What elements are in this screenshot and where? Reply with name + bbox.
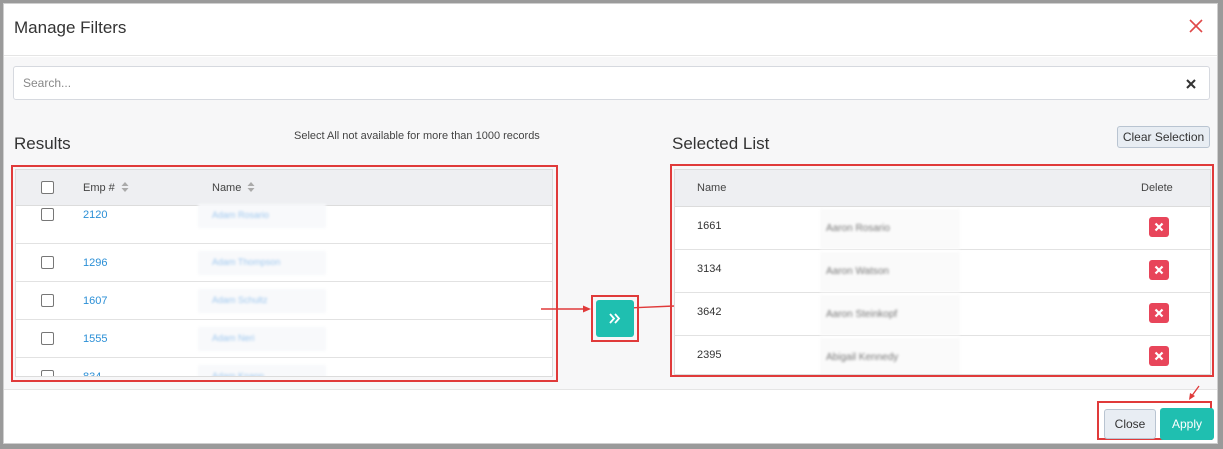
- selected-emp-number: 3134: [697, 263, 722, 275]
- delete-button[interactable]: [1149, 303, 1169, 323]
- clear-search-icon[interactable]: [1185, 78, 1197, 90]
- selected-emp-number: 2395: [697, 349, 722, 361]
- selected-table: Name Delete 1661 Aaron Rosario 3134 Aaro…: [674, 169, 1211, 375]
- table-row[interactable]: 1607 Adam Schultz: [16, 282, 552, 320]
- row-checkbox[interactable]: [41, 256, 54, 269]
- row-checkbox[interactable]: [41, 370, 54, 376]
- sort-icon: [121, 182, 129, 192]
- employee-name-link[interactable]: Adam Thompson: [198, 251, 326, 275]
- manage-filters-dialog: Manage Filters Results Select All not av…: [3, 3, 1218, 444]
- sort-icon: [247, 182, 255, 192]
- close-icon[interactable]: [1185, 15, 1207, 37]
- footer-divider: [4, 389, 1217, 390]
- emp-link[interactable]: 1607: [83, 295, 107, 307]
- emp-link[interactable]: 834: [83, 371, 101, 376]
- emp-link[interactable]: 1555: [83, 333, 107, 345]
- close-icon: [1154, 265, 1164, 275]
- selected-employee-name: Aaron Rosario: [820, 209, 960, 249]
- close-icon: [1154, 308, 1164, 318]
- list-item: 2395 Abigail Kennedy: [675, 336, 1210, 374]
- employee-name-link[interactable]: Adam Knapp: [198, 365, 326, 376]
- selected-table-header: Name Delete: [675, 170, 1210, 207]
- table-row[interactable]: 1555 Adam Neri: [16, 320, 552, 358]
- list-item: 1661 Aaron Rosario: [675, 207, 1210, 250]
- selected-list-heading: Selected List: [672, 134, 770, 153]
- results-table-header: Emp # Name: [16, 170, 552, 206]
- emp-link[interactable]: 2120: [83, 209, 107, 221]
- close-button[interactable]: Close: [1104, 409, 1156, 439]
- delete-button[interactable]: [1149, 217, 1169, 237]
- list-item: 3134 Aaron Watson: [675, 250, 1210, 293]
- arrow-to-apply-icon: [1189, 385, 1200, 400]
- close-icon: [1154, 222, 1164, 232]
- name-column-label: Name: [212, 182, 242, 194]
- row-checkbox[interactable]: [41, 332, 54, 345]
- emp-link[interactable]: 1296: [83, 257, 107, 269]
- clear-selection-button[interactable]: Clear Selection: [1117, 126, 1210, 148]
- dialog-title: Manage Filters: [14, 18, 127, 37]
- row-checkbox[interactable]: [41, 208, 54, 221]
- arrow-to-transfer-icon: [541, 305, 591, 313]
- list-item: 3642 Aaron Steinkopf: [675, 293, 1210, 336]
- selected-employee-name: Aaron Steinkopf: [820, 295, 960, 335]
- selected-employee-name: Abigail Kennedy: [820, 338, 960, 374]
- add-to-selection-button[interactable]: [596, 300, 634, 337]
- selected-emp-number: 1661: [697, 220, 722, 232]
- results-heading: Results: [14, 134, 71, 153]
- emp-column-label: Emp #: [83, 182, 115, 194]
- dialog-header: Manage Filters: [4, 4, 1217, 56]
- search-field[interactable]: [13, 66, 1210, 100]
- row-checkbox[interactable]: [41, 294, 54, 307]
- table-row[interactable]: 834 Adam Knapp: [16, 358, 552, 376]
- employee-name-link[interactable]: Adam Neri: [198, 327, 326, 351]
- selected-employee-name: Aaron Watson: [820, 252, 960, 292]
- employee-name-link[interactable]: Adam Rosario: [198, 204, 326, 228]
- double-chevron-right-icon: [609, 313, 621, 324]
- transfer-highlight: [591, 295, 639, 342]
- results-table: Emp # Name 2120 Adam Rosario 1296 Adam T…: [15, 169, 553, 377]
- name-column-header[interactable]: Name: [212, 182, 255, 194]
- delete-button[interactable]: [1149, 346, 1169, 366]
- select-all-checkbox[interactable]: [41, 181, 54, 194]
- selected-name-column-header: Name: [697, 182, 727, 194]
- delete-column-header: Delete: [1141, 182, 1173, 194]
- close-icon: [1154, 351, 1164, 361]
- emp-column-header[interactable]: Emp #: [83, 182, 129, 194]
- selected-emp-number: 3642: [697, 306, 722, 318]
- employee-name-link[interactable]: Adam Schultz: [198, 289, 326, 313]
- table-row[interactable]: 1296 Adam Thompson: [16, 244, 552, 282]
- select-all-note: Select All not available for more than 1…: [294, 130, 540, 142]
- delete-button[interactable]: [1149, 260, 1169, 280]
- table-row[interactable]: 2120 Adam Rosario: [16, 204, 552, 244]
- search-input[interactable]: [14, 67, 1164, 99]
- apply-button[interactable]: Apply: [1160, 408, 1214, 440]
